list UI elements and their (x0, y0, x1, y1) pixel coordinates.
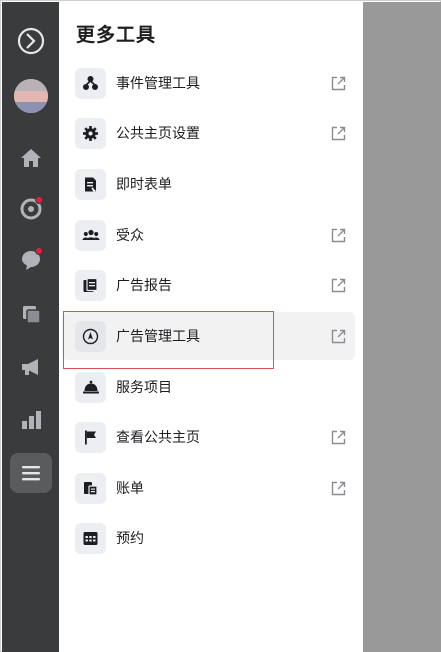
megaphone-icon (22, 359, 38, 375)
audience-icon (75, 220, 106, 251)
panel-title: 更多工具 (76, 24, 157, 46)
hamburger-menu-icon (22, 466, 40, 481)
menu-item-audience[interactable]: 受众 (62, 211, 355, 259)
menu-item-label: 即时表单 (116, 177, 172, 193)
external-link-icon[interactable] (330, 277, 347, 294)
external-link-icon[interactable] (330, 75, 347, 92)
external-link-icon[interactable] (330, 429, 347, 446)
circle-chevron-logo-icon (17, 27, 45, 55)
background-scrim[interactable] (363, 2, 441, 652)
ad-reports-icon (75, 270, 106, 301)
menu-item-instant-forms[interactable]: 即时表单 (62, 160, 355, 208)
external-link-icon[interactable] (330, 227, 347, 244)
avatar[interactable] (14, 79, 48, 113)
billing-icon (75, 473, 106, 504)
rail-home[interactable] (10, 138, 52, 178)
notification-badge (35, 196, 43, 204)
menu-item-ads-manager[interactable]: 广告管理工具 (62, 312, 355, 360)
calendar-icon (75, 523, 106, 554)
settings-gear-icon (75, 118, 106, 149)
rail-ads[interactable] (10, 347, 52, 387)
menu-item-label: 广告管理工具 (116, 329, 200, 345)
rail-logo[interactable] (10, 21, 52, 61)
menu-item-ad-reports[interactable]: 广告报告 (62, 261, 355, 309)
rail-more-tools[interactable] (10, 453, 52, 493)
services-bell-icon (75, 372, 106, 403)
more-tools-panel: 更多工具 事件管理工具 公共主页设置 即时表单 受众 广告报告 广告管理工具 服… (59, 2, 363, 652)
rail-insights[interactable] (10, 400, 52, 440)
menu-item-label: 广告报告 (116, 278, 172, 294)
left-nav-rail (2, 2, 59, 652)
menu-item-label: 事件管理工具 (116, 76, 200, 92)
pages-icon (23, 306, 41, 324)
avatar-blur-bottom (14, 102, 48, 113)
bar-chart-icon (22, 411, 41, 429)
flag-icon (75, 422, 106, 453)
rail-activity[interactable] (10, 189, 52, 229)
external-link-icon[interactable] (330, 328, 347, 345)
external-link-icon[interactable] (330, 480, 347, 497)
menu-item-event-manager[interactable]: 事件管理工具 (62, 59, 355, 107)
ads-manager-icon (75, 321, 106, 352)
menu-item-label: 公共主页设置 (116, 126, 200, 142)
menu-item-label: 账单 (116, 481, 144, 497)
avatar-blur-mid (14, 91, 48, 102)
menu-item-label: 查看公共主页 (116, 430, 200, 446)
menu-item-label: 服务项目 (116, 380, 172, 396)
menu-item-view-page[interactable]: 查看公共主页 (62, 413, 355, 461)
message-badge (35, 247, 43, 255)
menu-item-label: 受众 (116, 228, 144, 244)
external-link-icon[interactable] (330, 125, 347, 142)
rail-pages[interactable] (10, 294, 52, 334)
app-window: 更多工具 事件管理工具 公共主页设置 即时表单 受众 广告报告 广告管理工具 服… (0, 0, 441, 652)
home-icon (21, 149, 41, 167)
instant-form-icon (75, 169, 106, 200)
avatar-blur-top (14, 79, 48, 91)
menu-item-page-settings[interactable]: 公共主页设置 (62, 109, 355, 157)
menu-item-label: 预约 (116, 531, 144, 547)
event-manager-icon (75, 68, 106, 99)
menu-item-appointments[interactable]: 预约 (62, 514, 355, 562)
menu-item-billing[interactable]: 账单 (62, 464, 355, 512)
rail-messages[interactable] (10, 240, 52, 280)
menu-item-services[interactable]: 服务项目 (62, 363, 355, 411)
